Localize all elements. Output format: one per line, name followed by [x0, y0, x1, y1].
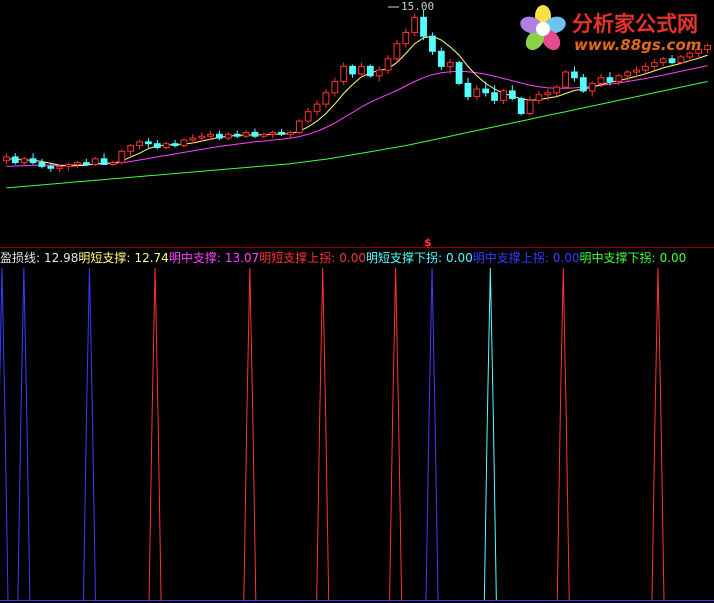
- legend-value: 13.07: [224, 251, 260, 265]
- indicator-legend: 盈损线: 12.98明短支撑: 12.74明中支撑: 13.07明短支撑上拐: 0.00…: [0, 250, 686, 266]
- legend-label: 明短支撑:: [78, 251, 131, 265]
- indicator-spike: [0, 267, 9, 601]
- peak-price-label: 15.00: [401, 0, 435, 13]
- indicator-spike: [389, 267, 403, 601]
- indicator-spike: [316, 267, 330, 601]
- indicator-panel: [0, 267, 714, 601]
- indicator-spike: [425, 267, 439, 601]
- legend-value: 0.00: [446, 251, 473, 265]
- legend-label: 明中支撑:: [168, 251, 221, 265]
- legend-value: 0.00: [339, 251, 366, 265]
- indicator-spike: [651, 267, 665, 601]
- chart-stage: 15.00 $ 盈损线: 12.98明短支撑: 12.74明中支撑: 13.07明短支…: [0, 0, 714, 603]
- indicator-spike: [82, 267, 96, 601]
- site-watermark: 分析家公式网 www.88gs.com: [516, 2, 712, 56]
- legend-label: 明短支撑下拐:: [365, 251, 443, 265]
- indicator-spike: [148, 267, 162, 601]
- legend-label: 明短支撑上拐:: [259, 251, 336, 265]
- legend-label: 明中支撑上拐:: [472, 251, 549, 265]
- indicator-spike: [243, 267, 257, 601]
- indicator-spike: [556, 267, 570, 601]
- site-url: www.88gs.com: [574, 36, 702, 54]
- legend-label: 盈损线:: [0, 251, 41, 265]
- flower-logo-icon: [520, 5, 566, 51]
- legend-value: 12.74: [134, 251, 169, 265]
- legend-value: 0.00: [659, 251, 687, 265]
- signal-marker: $: [424, 236, 432, 249]
- indicator-spike: [17, 267, 31, 601]
- legend-value: 12.98: [44, 251, 79, 265]
- indicator-spike: [483, 267, 497, 601]
- site-name: 分析家公式网: [572, 12, 698, 36]
- legend-label: 明中支撑下拐:: [579, 251, 656, 265]
- legend-value: 0.00: [552, 251, 580, 265]
